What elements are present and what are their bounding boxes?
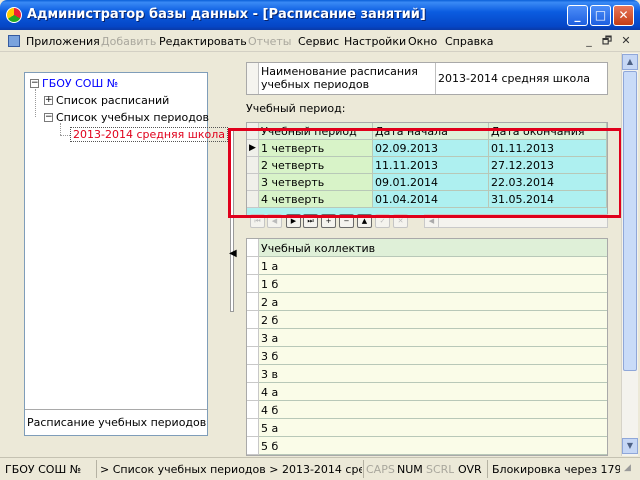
row-indicator	[247, 365, 259, 383]
row-indicator	[247, 419, 259, 437]
tree-item-selected[interactable]: 2013-2014 средняя школа	[70, 127, 228, 142]
collective-cell[interactable]: 2 б	[259, 311, 607, 329]
row-indicator	[247, 63, 259, 94]
status-separator	[487, 460, 488, 478]
schedule-name-label: Наименование расписания учебных периодов	[261, 65, 418, 91]
collective-grid: Учебный коллектив 1 а 1 б 2 а 2 б 3 а 3 …	[246, 238, 608, 456]
status-path: > Список учебных периодов > 2013-2014 ср…	[100, 463, 362, 476]
menu-add[interactable]: Добавить	[101, 35, 156, 48]
list-item[interactable]: 5 б	[247, 437, 607, 455]
collective-cell[interactable]: 1 б	[259, 275, 607, 293]
collapse-left-icon[interactable]: ◀	[229, 248, 237, 259]
header-indicator	[247, 239, 259, 257]
collapse-icon[interactable]: −	[44, 113, 53, 122]
row-indicator	[247, 383, 259, 401]
status-bar: ГБОУ СОШ № > Список учебных периодов > 2…	[0, 457, 640, 480]
collective-cell[interactable]: 5 а	[259, 419, 607, 437]
mdi-minimize-icon[interactable]: _	[582, 34, 596, 47]
schedule-name-field[interactable]: 2013-2014 средняя школа	[435, 63, 607, 94]
close-button[interactable]: ✕	[613, 5, 634, 26]
list-item[interactable]: 1 б	[247, 275, 607, 293]
status-separator	[363, 460, 364, 478]
menu-service[interactable]: Сервис	[298, 35, 339, 48]
collective-cell[interactable]: 3 в	[259, 365, 607, 383]
vertical-scrollbar[interactable]: ▲ ▼	[621, 53, 638, 456]
list-item[interactable]: 4 а	[247, 383, 607, 401]
tree-root-item[interactable]: ГБОУ СОШ №	[42, 77, 118, 90]
row-indicator	[247, 311, 259, 329]
window-title: Администратор базы данных - [Расписание …	[27, 7, 426, 22]
list-item[interactable]: 3 в	[247, 365, 607, 383]
title-bar[interactable]: Администратор базы данных - [Расписание …	[0, 0, 640, 30]
menu-help[interactable]: Справка	[445, 35, 493, 48]
status-num: NUM	[397, 463, 423, 476]
collective-grid-header: Учебный коллектив	[247, 239, 607, 257]
status-organization: ГБОУ СОШ №	[5, 463, 82, 476]
list-item[interactable]: 2 а	[247, 293, 607, 311]
menu-edit[interactable]: Редактировать	[159, 35, 247, 48]
row-indicator	[247, 347, 259, 365]
menu-applications[interactable]: Приложения	[26, 35, 100, 48]
collapse-icon[interactable]: −	[30, 79, 39, 88]
tree-item-periods[interactable]: Список учебных периодов	[56, 111, 209, 124]
status-lock-timer: Блокировка через 1799 с	[492, 463, 620, 476]
list-item[interactable]: 3 б	[247, 347, 607, 365]
collective-cell[interactable]: 4 а	[259, 383, 607, 401]
row-indicator	[247, 293, 259, 311]
column-header-collective[interactable]: Учебный коллектив	[259, 239, 607, 257]
app-icon	[6, 7, 22, 23]
menu-window[interactable]: Окно	[408, 35, 437, 48]
menu-reports[interactable]: Отчеты	[248, 35, 291, 48]
tree-item-schedules[interactable]: Список расписаний	[56, 94, 169, 107]
row-indicator	[247, 275, 259, 293]
list-item[interactable]: 3 а	[247, 329, 607, 347]
navigation-tree: − ГБОУ СОШ № + Список расписаний − Списо…	[24, 72, 228, 436]
scroll-down-icon[interactable]: ▼	[622, 438, 638, 454]
row-indicator	[247, 437, 259, 455]
highlight-frame	[228, 128, 622, 218]
scroll-up-icon[interactable]: ▲	[622, 54, 638, 70]
tree-line	[60, 123, 61, 135]
row-indicator	[247, 401, 259, 419]
collective-cell[interactable]: 5 б	[259, 437, 607, 455]
maximize-button[interactable]: □	[590, 5, 611, 26]
mdi-close-icon[interactable]: ✕	[619, 34, 633, 47]
collective-cell[interactable]: 4 б	[259, 401, 607, 419]
document-icon	[8, 35, 20, 47]
tree-footer-label: Расписание учебных периодов	[25, 409, 207, 435]
status-ovr: OVR	[458, 463, 482, 476]
tree-line	[35, 89, 36, 117]
row-indicator	[247, 257, 259, 275]
mdi-restore-icon[interactable]: 🗗	[600, 34, 614, 47]
resize-grip-icon[interactable]: ◢	[624, 463, 631, 473]
list-item[interactable]: 2 б	[247, 311, 607, 329]
status-caps: CAPS	[366, 463, 395, 476]
collective-cell[interactable]: 3 б	[259, 347, 607, 365]
list-item[interactable]: 4 б	[247, 401, 607, 419]
list-item[interactable]: 1 а	[247, 257, 607, 275]
status-scrl: SCRL	[426, 463, 455, 476]
scroll-thumb[interactable]	[623, 71, 637, 371]
collective-cell[interactable]: 1 а	[259, 257, 607, 275]
status-separator	[96, 460, 97, 478]
list-item[interactable]: 5 а	[247, 419, 607, 437]
expand-icon[interactable]: +	[44, 96, 53, 105]
row-indicator	[247, 329, 259, 347]
period-section-label: Учебный период:	[246, 102, 346, 115]
collective-cell[interactable]: 2 а	[259, 293, 607, 311]
tree-line	[60, 135, 70, 136]
menu-settings[interactable]: Настройки	[344, 35, 406, 48]
schedule-name-grid: Наименование расписания учебных периодов…	[246, 62, 608, 95]
collective-cell[interactable]: 3 а	[259, 329, 607, 347]
minimize-button[interactable]: _	[567, 5, 588, 26]
menu-bar: Приложения Добавить Редактировать Отчеты…	[0, 30, 640, 52]
